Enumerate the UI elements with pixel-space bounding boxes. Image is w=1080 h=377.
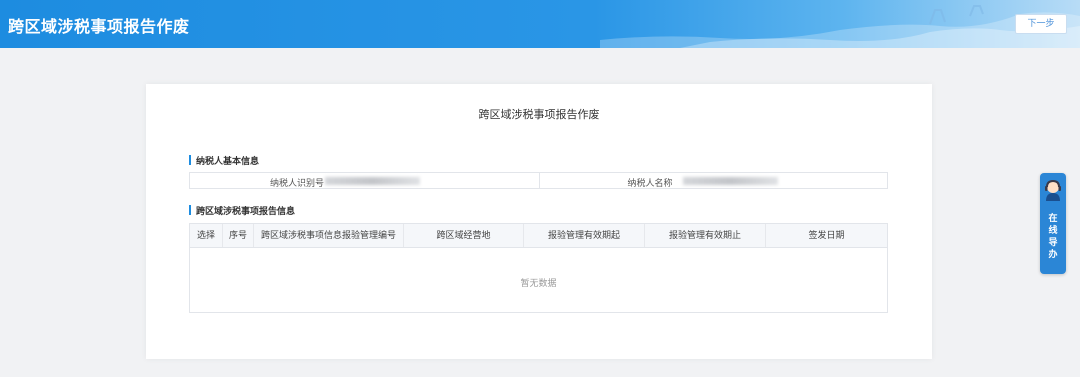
col-index[interactable]: 序号 [223, 224, 254, 247]
customer-service-avatar-icon [1045, 180, 1061, 201]
taxpayer-id-cell: 纳税人识别号 [190, 173, 539, 189]
taxpayer-name-value-redacted [682, 177, 778, 185]
top-banner: 跨区域涉税事项报告作废 下一步 [0, 0, 1080, 48]
col-valid-until[interactable]: 报验管理有效期止 [645, 224, 766, 247]
taxpayer-id-value-redacted [325, 177, 420, 185]
table-header: 选择 序号 跨区域涉税事项信息报验管理编号 跨区域经营地 报验管理有效期起 报验… [190, 224, 887, 248]
card-title: 跨区域涉税事项报告作废 [478, 108, 600, 121]
taxpayer-id-label: 纳税人识别号 [270, 179, 325, 189]
col-business-location[interactable]: 跨区域经营地 [404, 224, 524, 247]
great-wall-banner-image [600, 5, 1080, 48]
col-registration-no[interactable]: 跨区域涉税事项信息报验管理编号 [254, 224, 404, 247]
col-valid-from[interactable]: 报验管理有效期起 [524, 224, 645, 247]
empty-state-text: 暂无数据 [520, 279, 557, 289]
online-guide-label: 在 线 导 办 [1048, 214, 1058, 260]
online-guide-button[interactable]: 在 线 导 办 [1040, 173, 1066, 274]
report-info-heading: 跨区域涉税事项报告信息 [189, 204, 295, 217]
page-title: 跨区域涉税事项报告作废 [8, 17, 190, 36]
col-select[interactable]: 选择 [190, 224, 223, 247]
taxpayer-info-row: 纳税人识别号 纳税人名称 [189, 172, 888, 189]
report-card: 跨区域涉税事项报告作废 纳税人基本信息 纳税人识别号 纳税人名称 跨区域涉税事项… [146, 84, 932, 359]
next-step-button[interactable]: 下一步 [1015, 14, 1067, 34]
taxpayer-info-heading: 纳税人基本信息 [189, 154, 259, 167]
report-table: 选择 序号 跨区域涉税事项信息报验管理编号 跨区域经营地 报验管理有效期起 报验… [189, 223, 888, 313]
col-issue-date[interactable]: 签发日期 [766, 224, 887, 247]
taxpayer-name-label: 纳税人名称 [627, 179, 673, 189]
taxpayer-name-cell: 纳税人名称 [538, 173, 888, 189]
